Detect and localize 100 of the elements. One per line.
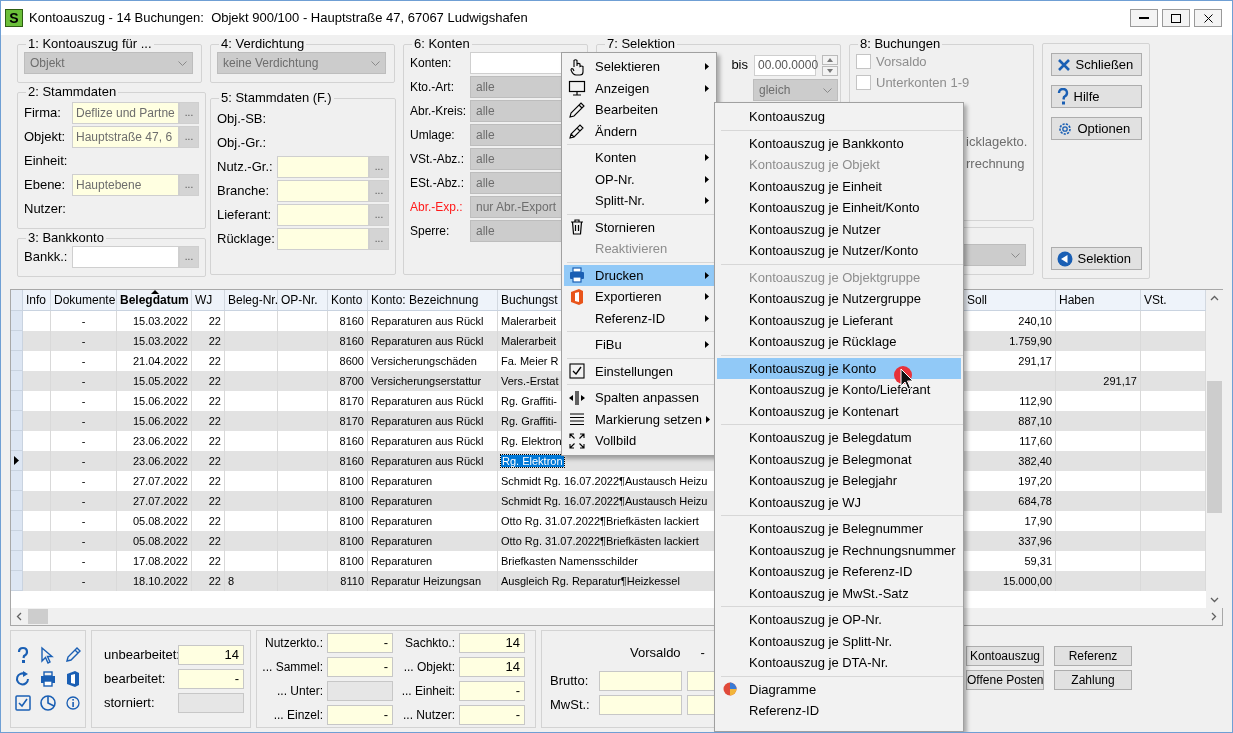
minimize-button[interactable] — [1130, 9, 1158, 27]
menu-item[interactable]: Kontoauszug je Nutzer/Konto — [717, 240, 961, 262]
count-field[interactable]: 14 — [178, 645, 244, 665]
browse-button[interactable]: ... — [179, 102, 199, 124]
field-label: Einheit: — [24, 152, 69, 171]
report-button[interactable]: Kontoauszug — [966, 646, 1044, 666]
pie-chart-icon[interactable] — [39, 694, 57, 712]
field-label: Nutz.-Gr.: — [217, 158, 274, 177]
text-field[interactable]: Hauptstraße 47, 6 — [72, 126, 179, 148]
field-label: Umlage: — [410, 127, 456, 144]
menu-item[interactable]: Selektieren — [564, 56, 714, 78]
field-label: Rücklage: — [217, 230, 276, 249]
column-header[interactable]: Konto — [328, 290, 368, 310]
column-header[interactable]: OP-Nr. — [278, 290, 328, 310]
back-icon — [1056, 250, 1073, 267]
column-header[interactable]: Dokumente — [51, 290, 117, 310]
menu-item[interactable]: Kontoauszug je Belegmonat — [717, 448, 961, 470]
menu-item[interactable]: Referenz-ID — [717, 700, 961, 722]
info-icon[interactable] — [63, 694, 82, 712]
field-label: VSt.-Abz.: — [410, 151, 466, 168]
row-header[interactable] — [11, 451, 23, 471]
trash-icon — [568, 218, 586, 237]
browse-button[interactable]: ... — [369, 156, 389, 178]
menu-item[interactable]: Vollbild — [564, 430, 714, 452]
column-header[interactable]: Konto: Bezeichnung — [368, 290, 498, 310]
count-field[interactable]: - — [327, 705, 393, 725]
text-field[interactable] — [277, 180, 369, 202]
amount-field[interactable] — [599, 695, 682, 715]
text-field[interactable] — [72, 246, 179, 268]
menu-item[interactable]: Exportieren — [564, 286, 714, 308]
amount-field[interactable] — [599, 671, 682, 691]
count-field[interactable]: 14 — [459, 633, 525, 653]
menu-item[interactable]: Kontoauszug je Splitt-Nr. — [717, 630, 961, 652]
action-button[interactable]: Optionen — [1050, 117, 1142, 140]
column-header[interactable]: Haben — [1056, 290, 1141, 310]
menu-item[interactable]: Kontoauszug je WJ — [717, 491, 961, 513]
browse-button[interactable]: ... — [179, 174, 199, 196]
action-button[interactable]: Hilfe — [1050, 85, 1142, 108]
field-label: Kto.-Art: — [410, 79, 455, 96]
menu-item[interactable]: Drucken — [564, 264, 714, 286]
printer-icon[interactable] — [39, 670, 57, 688]
table-cell: - — [51, 571, 117, 591]
count-field[interactable]: - — [459, 681, 525, 701]
menu-item[interactable]: Kontoauszug je Belegjahr — [717, 470, 961, 492]
menu-item[interactable]: Kontoauszug je Nutzer — [717, 218, 961, 240]
text-field[interactable] — [277, 228, 369, 250]
text-field[interactable]: Deflize und Partne — [72, 102, 179, 124]
menu-item[interactable]: Kontoauszug je Einheit/Konto — [717, 197, 961, 219]
checkbox-label: Unterkonten 1-9 — [876, 73, 970, 92]
close-icon — [1203, 13, 1213, 23]
menu-item[interactable]: Diagramme — [717, 678, 961, 700]
menu-item[interactable]: Kontoauszug je Einheit — [717, 175, 961, 197]
column-header[interactable]: Belegdatum — [117, 290, 192, 310]
scrollbar-thumb[interactable] — [1207, 381, 1222, 513]
report-button[interactable]: Offene Posten — [966, 670, 1044, 690]
report-button[interactable]: Referenz — [1054, 646, 1132, 666]
menu-item[interactable]: Kontoauszug — [717, 106, 961, 128]
column-header[interactable]: WJ — [192, 290, 225, 310]
spin-buttons-icon[interactable] — [822, 54, 838, 76]
action-button[interactable]: Selektion — [1050, 247, 1142, 270]
count-field[interactable]: - — [459, 705, 525, 725]
count-field[interactable]: 14 — [459, 657, 525, 677]
count-field[interactable]: - — [327, 633, 393, 653]
browse-button[interactable]: ... — [369, 228, 389, 250]
browse-button[interactable]: ... — [179, 126, 199, 148]
checkbox-icon — [568, 362, 586, 381]
column-resize-icon — [568, 388, 586, 407]
maximize-button[interactable] — [1162, 9, 1190, 27]
column-header[interactable]: Info — [23, 290, 51, 310]
menu-item[interactable]: Kontoauszug je DTA-Nr. — [717, 652, 961, 674]
menu-item[interactable]: Einstellungen — [564, 360, 714, 382]
text-field[interactable] — [277, 156, 369, 178]
count-field[interactable]: - — [327, 657, 393, 677]
menu-item[interactable]: FiBu — [564, 334, 714, 356]
group-title: 3: Bankkonto — [27, 231, 105, 245]
text-field[interactable] — [277, 204, 369, 226]
menu-item[interactable]: Stornieren — [564, 216, 714, 238]
app-logo: S — [5, 9, 23, 27]
menu-item[interactable]: Kontoauszug je OP-Nr. — [717, 609, 961, 631]
pencil-icon[interactable] — [63, 646, 82, 664]
action-button[interactable]: Schließen — [1050, 53, 1142, 76]
report-button[interactable]: Zahlung — [1054, 670, 1132, 690]
menu-item[interactable]: Kontoauszug je Rücklage — [717, 331, 961, 353]
menu-item[interactable]: Kontoauszug je Nutzergruppe — [717, 288, 961, 310]
browse-button[interactable]: ... — [369, 180, 389, 202]
checkbox-icon[interactable] — [14, 694, 33, 712]
column-header[interactable]: Beleg-Nr. — [225, 290, 278, 310]
monitor-icon — [568, 79, 586, 98]
field-label: Abr.-Kreis: — [410, 103, 467, 120]
count-field[interactable]: - — [178, 669, 244, 689]
close-button[interactable] — [1194, 9, 1222, 27]
browse-button[interactable]: ... — [369, 204, 389, 226]
date-field[interactable]: 00.00.0000 — [754, 54, 816, 76]
browse-button[interactable]: ... — [179, 246, 199, 268]
scrollbar-thumb[interactable] — [28, 609, 48, 624]
menu-item[interactable]: Kontoauszug je Lieferant — [717, 309, 961, 331]
menu-item[interactable]: Markierung setzen — [564, 408, 714, 430]
menu-item[interactable]: Kontoauszug je Konto — [717, 357, 961, 379]
menu-item[interactable]: Kontoauszug je Bankkonto — [717, 132, 961, 154]
text-field[interactable]: Hauptebene — [72, 174, 179, 196]
